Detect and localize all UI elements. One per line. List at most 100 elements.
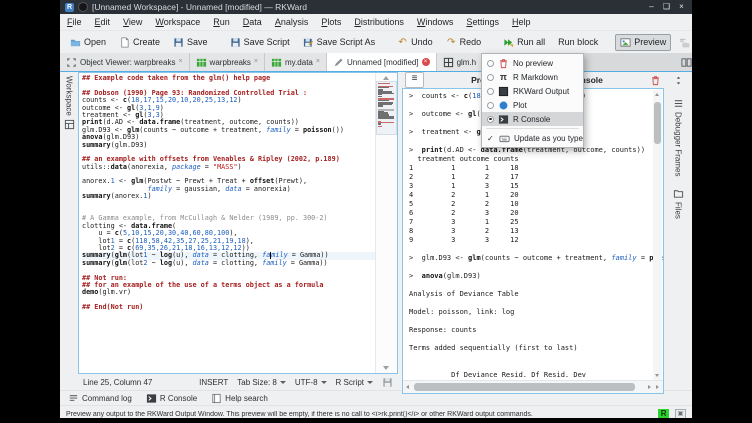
close-button[interactable]: [676, 2, 687, 12]
preview-menu-item-update-as-you-type[interactable]: ✓Update as you type: [482, 131, 583, 145]
sidebar-tab-workspace[interactable]: Workspace: [64, 76, 75, 130]
menu-view[interactable]: View: [123, 17, 142, 27]
scrollbar-thumb[interactable]: [414, 383, 635, 391]
script-editor[interactable]: ## Example code taken from the glm() hel…: [78, 72, 398, 374]
close-tab-icon[interactable]: ×: [254, 58, 258, 66]
delete-preview-icon[interactable]: [650, 75, 661, 86]
preview-menu-item-r-console[interactable]: R Console: [482, 112, 583, 126]
menu-windows[interactable]: Windows: [417, 17, 454, 27]
sidebar-tab-label: Files: [674, 202, 683, 219]
scroll-left-icon[interactable]: [648, 385, 651, 389]
encoding-selector[interactable]: UTF-8: [295, 378, 327, 387]
notification-icon: ▣: [675, 409, 686, 419]
menu-workspace[interactable]: Workspace: [155, 17, 200, 27]
preview-menu-item-r-markdown[interactable]: πR Markdown: [482, 70, 583, 84]
plot-icon: [498, 100, 509, 111]
toolbar-button-run-all[interactable]: Run all: [498, 34, 550, 51]
scroll-left-icon[interactable]: [406, 385, 409, 389]
editor-minimap-scrollbar[interactable]: [375, 73, 397, 373]
filetype-selector[interactable]: R Script: [336, 378, 373, 387]
toolbar: OpenCreateSave Save Script Save Script As ↶…: [60, 31, 692, 53]
folder-open-icon: [70, 37, 81, 48]
scroll-down-icon[interactable]: [655, 374, 659, 377]
titlebar: R [Unnamed Workspace] - Unnamed [modifie…: [60, 0, 692, 14]
preview-menu-item-rkward-output[interactable]: RKWard Output: [482, 84, 583, 98]
code-line: summary(glm(lot2 ~ log(u), data = clotti…: [82, 260, 375, 267]
console-line: Analysis of Deviance Table: [409, 290, 663, 299]
split-view-icon[interactable]: [681, 57, 692, 68]
preview-menu-item-plot[interactable]: Plot: [482, 98, 583, 112]
sidebar-tab-label: Workspace: [65, 76, 74, 116]
console-horizontal-scrollbar[interactable]: [403, 380, 663, 393]
toolbar-button-open[interactable]: Open: [65, 34, 111, 51]
tab-object-viewer-warpbreaks[interactable]: Object Viewer: warpbreaks×: [60, 53, 190, 71]
menu-data[interactable]: Data: [243, 17, 262, 27]
maximize-button[interactable]: [661, 2, 672, 12]
menu-help[interactable]: Help: [512, 17, 531, 27]
radio-button-icon: [487, 116, 494, 123]
toolbar-button-create[interactable]: Create: [114, 34, 165, 51]
tab-glm-h[interactable]: glm.h: [437, 53, 484, 71]
toolbar-button-label: Save Script: [244, 37, 290, 47]
close-tab-icon[interactable]: ×: [422, 58, 430, 66]
menu-distributions[interactable]: Distributions: [354, 17, 404, 27]
sidebar-tab-files[interactable]: Files: [673, 188, 684, 219]
toolview-button-command-log[interactable]: Command log: [68, 393, 132, 404]
window-title: [Unnamed Workspace] - Unnamed [modified]…: [92, 2, 642, 12]
minimize-button[interactable]: [646, 2, 657, 12]
help-search-icon: [211, 393, 222, 404]
save-icon: [173, 37, 184, 48]
preview-dropdown-menu: No previewπR MarkdownRKWard OutputPlotR …: [481, 53, 584, 148]
toolbar-button-preview[interactable]: Preview: [615, 34, 671, 51]
toolbar-button-redo[interactable]: ↷Redo: [441, 34, 487, 51]
menu-analysis[interactable]: Analysis: [275, 17, 309, 27]
toolbar-button-run-block[interactable]: Run block: [553, 34, 603, 50]
toolview-label: Command log: [82, 394, 132, 403]
menu-settings[interactable]: Settings: [466, 17, 499, 27]
toolbar-button-undo[interactable]: ↶Undo: [392, 34, 438, 51]
toolview-label: R Console: [160, 394, 197, 403]
tab-unnamed-modified[interactable]: Unnamed [modified]×: [327, 53, 437, 71]
toolview-button-help-search[interactable]: Help search: [211, 393, 268, 404]
close-tab-icon[interactable]: ×: [178, 58, 182, 66]
redo-icon: ↷: [446, 37, 457, 48]
scroll-up-icon[interactable]: [655, 93, 659, 96]
tab-my-data[interactable]: my.data×: [265, 53, 327, 71]
scroll-up-icon[interactable]: [383, 76, 389, 80]
scroll-down-icon[interactable]: [383, 366, 389, 370]
toolbar-button-save[interactable]: Save: [168, 34, 213, 51]
toolbar-button-save-script[interactable]: Save Script: [225, 34, 295, 51]
toolbar-button-label: Run block: [558, 37, 598, 47]
menu-run[interactable]: Run: [213, 17, 230, 27]
move-updown-icon[interactable]: [673, 75, 684, 86]
console-line: [409, 335, 663, 344]
scrollbar-thumb[interactable]: [654, 102, 661, 144]
preview-options-button[interactable]: ≡: [405, 72, 424, 88]
menu-edit[interactable]: Edit: [95, 17, 111, 27]
tab-warpbreaks[interactable]: warpbreaks×: [190, 53, 265, 71]
run-all-icon: [503, 37, 514, 48]
menu-file[interactable]: File: [67, 17, 82, 27]
scroll-right-icon[interactable]: [656, 385, 659, 389]
console-vertical-scrollbar[interactable]: [653, 90, 662, 380]
cd-directory-icon: [679, 37, 690, 48]
console-line: 6 2 3 20: [409, 209, 663, 218]
preview-menu-item-no-preview[interactable]: No preview: [482, 56, 583, 70]
status-bar: Preview any output to the RKWard Output …: [60, 405, 692, 418]
save-status-icon: [382, 377, 393, 388]
tab-size-selector[interactable]: Tab Size: 8: [237, 378, 286, 387]
right-toolview-bar: Debugger Frames Files: [664, 72, 692, 390]
preview-icon: [620, 37, 631, 48]
toolbar-button-save-script-as[interactable]: Save Script As: [298, 34, 381, 51]
editor-status-bar: Line 25, Column 47 INSERT Tab Size: 8 UT…: [78, 374, 398, 390]
console-line: > glm.D93 <- glm(counts ~ outcome + trea…: [409, 254, 663, 263]
code-area[interactable]: ## Example code taken from the glm() hel…: [79, 73, 375, 373]
close-tab-icon[interactable]: ×: [316, 58, 320, 66]
insert-mode-button[interactable]: INSERT: [199, 378, 228, 387]
menu-plots[interactable]: Plots: [321, 17, 341, 27]
rkward-output-icon: [498, 86, 509, 97]
toolview-button-r-console[interactable]: R Console: [146, 393, 197, 404]
sidebar-tab-debugger-frames[interactable]: Debugger Frames: [673, 98, 684, 176]
code-line: ## Example code taken from the glm() hel…: [82, 75, 375, 82]
help-page-icon: [443, 57, 454, 68]
